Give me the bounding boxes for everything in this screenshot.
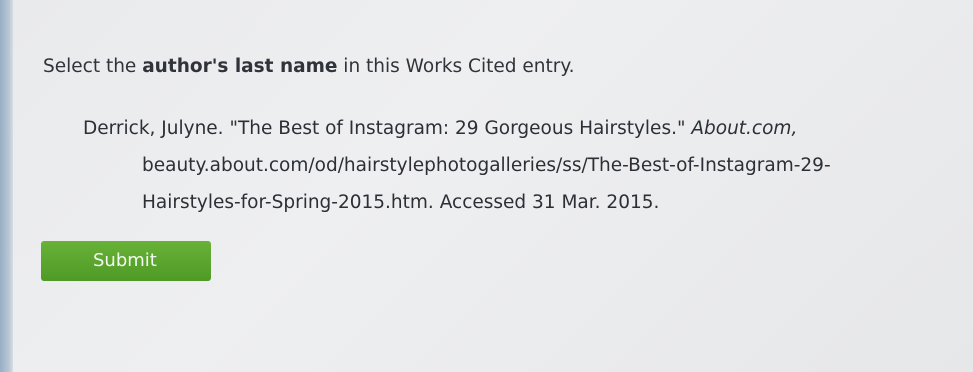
question-panel: Select the author's last name in this Wo… [13,0,973,372]
citation-title[interactable]: "The Best of Instagram: 29 Gorgeous Hair… [229,118,685,139]
citation-line-1: Derrick, Julyne. "The Best of Instagram:… [83,110,943,147]
citation-url-line-1[interactable]: beauty.about.com/od/hairstylephotogaller… [83,147,943,184]
prompt-bold-text: author's last name [142,56,338,77]
left-border [0,0,13,372]
prompt-prefix: Select the [43,56,143,77]
citation-author[interactable]: Derrick, Julyne. [83,118,224,139]
prompt-suffix: in this Works Cited entry. [337,56,575,77]
citation-container[interactable]: About.com, [691,118,797,139]
citation-url-line-2[interactable]: Hairstyles-for-Spring-2015.htm. Accessed… [83,184,943,221]
submit-button[interactable]: Submit [41,241,211,281]
question-prompt: Select the author's last name in this Wo… [43,56,575,77]
works-cited-entry: Derrick, Julyne. "The Best of Instagram:… [83,110,943,221]
